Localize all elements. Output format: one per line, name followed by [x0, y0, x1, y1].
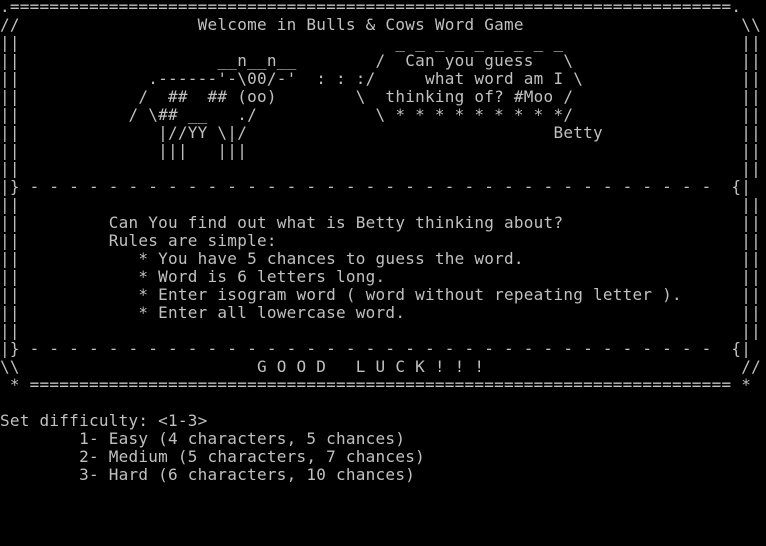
difficulty-option-medium: 2- Medium (5 characters, 7 chances)	[0, 447, 425, 466]
banner-art-line: || ||| ||| ||	[0, 141, 761, 160]
banner-title: // Welcome in Bulls & Cows Word Game \\	[0, 15, 761, 34]
banner-blank-line: || ||	[0, 321, 761, 340]
difficulty-option-easy: 1- Easy (4 characters, 5 chances)	[0, 429, 406, 448]
banner-top-border: .=======================================…	[0, 0, 742, 16]
banner-art-line: || __n__n__ / Can you guess \ ||	[0, 51, 761, 70]
banner-art-line: || / ## ## (oo) \ thinking of? #Moo / ||	[0, 87, 761, 106]
banner-divider: |} - - - - - - - - - - - - - - - - - - -…	[0, 177, 752, 196]
rules-heading: || Rules are simple: ||	[0, 231, 761, 250]
rule-item: || * Word is 6 letters long. ||	[0, 267, 761, 286]
banner-blank-line: || ||	[0, 195, 761, 214]
difficulty-prompt: Set difficulty: <1-3>	[0, 411, 208, 430]
banner-art-line: || .------'-\00/-' : : :/ what word am I…	[0, 69, 761, 88]
good-luck-message: \\ G O O D L U C K ! ! ! //	[0, 357, 761, 376]
banner-art-line: || _ _ _ _ _ _ _ _ _ ||	[0, 33, 761, 52]
banner-bottom-border: * ======================================…	[0, 375, 752, 394]
console-window[interactable]: .=======================================…	[0, 0, 766, 546]
difficulty-option-hard: 3- Hard (6 characters, 10 chances)	[0, 465, 416, 484]
banner-art-line: || |//YY \|/ Betty ||	[0, 123, 761, 142]
banner-art-line: || / \## __ ./ \ * * * * * * * * */ ||	[0, 105, 761, 124]
rule-item: || * You have 5 chances to guess the wor…	[0, 249, 761, 268]
rule-item: || * Enter isogram word ( word without r…	[0, 285, 761, 304]
banner-blank-line: || ||	[0, 159, 761, 178]
rules-intro: || Can You find out what is Betty thinki…	[0, 213, 761, 232]
banner-divider: |} - - - - - - - - - - - - - - - - - - -…	[0, 339, 752, 358]
rule-item: || * Enter all lowercase word. ||	[0, 303, 761, 322]
